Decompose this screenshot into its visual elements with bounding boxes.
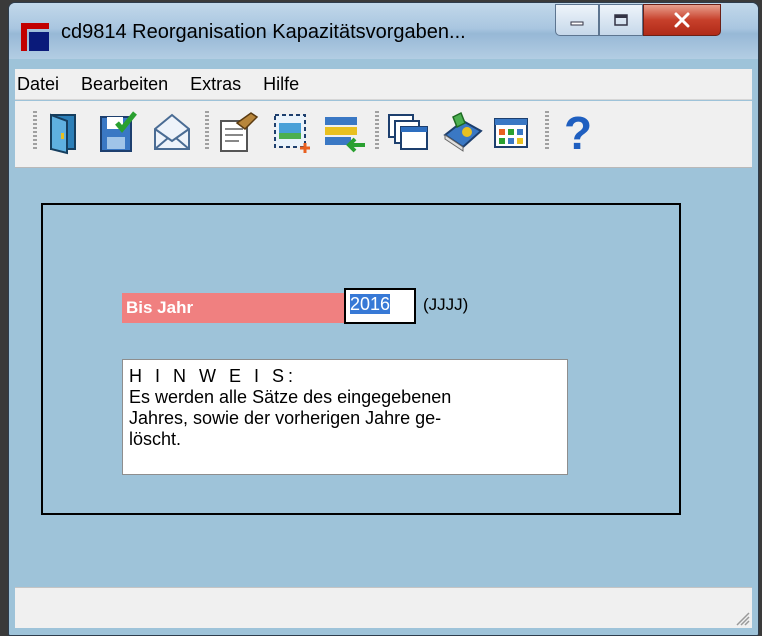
- year-label: Bis Jahr: [122, 293, 346, 323]
- mail-icon: [154, 113, 190, 150]
- toolbar-separator: [375, 111, 379, 151]
- save-icon: [100, 111, 137, 152]
- year-input[interactable]: 2016: [344, 288, 416, 324]
- properties-icon: [220, 112, 259, 152]
- menu-bearbeiten[interactable]: Bearbeiten: [73, 74, 182, 95]
- grid-icon: [494, 118, 528, 148]
- hint-line: Es werden alle Sätze des eingegebenen: [129, 387, 452, 407]
- help-button[interactable]: ?: [555, 107, 601, 159]
- exit-button[interactable]: [43, 107, 89, 157]
- toolbar: ?: [15, 101, 752, 168]
- year-format-hint: (JJJJ): [423, 295, 469, 314]
- toolbar-separator: [33, 111, 37, 151]
- maximize-icon: [614, 14, 628, 26]
- hint-line: Jahres, sowie der vorherigen Jahre ge-: [129, 408, 442, 428]
- mail-button[interactable]: [149, 107, 195, 157]
- windows-button[interactable]: [385, 107, 431, 157]
- menu-datei[interactable]: Datei: [15, 74, 73, 95]
- resize-grip-icon[interactable]: [732, 608, 750, 626]
- new-selection-button[interactable]: [269, 107, 315, 157]
- help-icon: ?: [564, 107, 592, 159]
- book-button[interactable]: [439, 107, 485, 157]
- hint-box: H I N W E I S: Es werden alle Sätze des …: [122, 359, 568, 475]
- year-value: 2016: [350, 294, 391, 314]
- app-window: cd9814 Reorganisation Kapazitätsvorgaben…: [8, 2, 759, 636]
- properties-button[interactable]: [215, 107, 261, 157]
- minimize-icon: [570, 21, 584, 26]
- title-bar[interactable]: cd9814 Reorganisation Kapazitätsvorgaben…: [9, 3, 758, 59]
- toolbar-separator: [205, 111, 209, 151]
- status-bar: [15, 587, 752, 628]
- maximize-button[interactable]: [599, 4, 643, 36]
- window-title: cd9814 Reorganisation Kapazitätsvorgaben…: [61, 21, 466, 43]
- window-controls: [555, 4, 721, 38]
- menu-bar: Datei Bearbeiten Extras Hilfe: [15, 69, 752, 100]
- minimize-button[interactable]: [555, 4, 599, 36]
- list-transfer-icon: [325, 117, 365, 153]
- toolbar-separator: [545, 111, 549, 151]
- group-frame: Bis Jahr 2016 (JJJJ) H I N W E I S: Es w…: [41, 203, 681, 515]
- exit-door-icon: [50, 113, 76, 155]
- hint-title: H I N W E I S:: [129, 366, 298, 386]
- close-icon: [674, 12, 690, 28]
- menu-extras[interactable]: Extras: [182, 74, 255, 95]
- hint-line: löscht.: [129, 429, 182, 449]
- save-button[interactable]: [95, 107, 141, 157]
- book-icon: [443, 111, 483, 152]
- menu-hilfe[interactable]: Hilfe: [255, 74, 313, 95]
- windows-icon: [388, 114, 428, 150]
- new-select-icon: [274, 114, 310, 153]
- close-button[interactable]: [643, 4, 721, 36]
- grid-button[interactable]: [489, 107, 535, 157]
- form-area: Bis Jahr 2016 (JJJJ) H I N W E I S: Es w…: [15, 169, 752, 587]
- list-transfer-button[interactable]: [321, 107, 367, 157]
- svg-text:?: ?: [564, 107, 592, 157]
- app-icon: [21, 23, 49, 51]
